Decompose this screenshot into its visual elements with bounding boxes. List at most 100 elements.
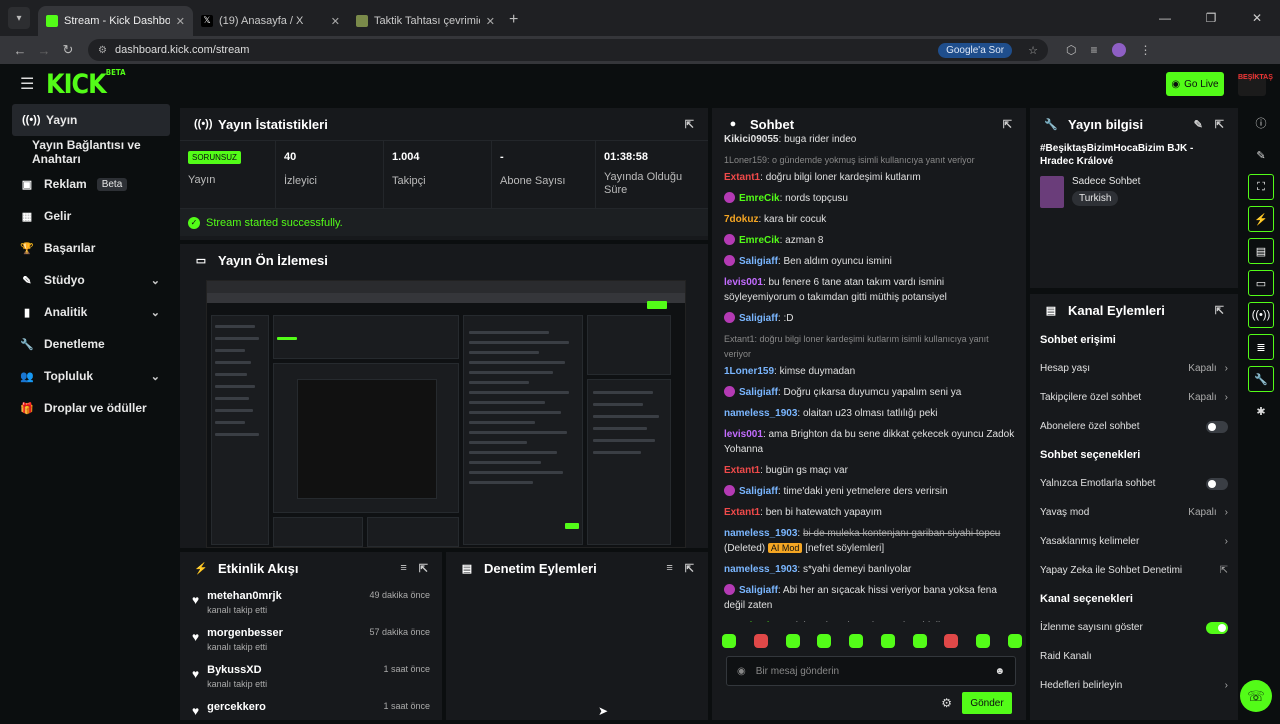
chat-message[interactable]: Extant1: bugün gs maçı var bbox=[724, 463, 1018, 478]
chat-username[interactable]: Kikici09055 bbox=[724, 134, 779, 145]
chat-username[interactable]: Saligiaff bbox=[739, 256, 778, 267]
chat-username[interactable]: nameless_1903 bbox=[724, 528, 797, 539]
close-tab-icon[interactable]: ✕ bbox=[176, 15, 185, 28]
sidebar-item-basarilar[interactable]: 🏆 Başarılar bbox=[0, 232, 176, 264]
sidebar-item-yayin[interactable]: ((•)) Yayın bbox=[12, 104, 170, 136]
chat-username[interactable]: Extant1 bbox=[724, 507, 760, 518]
feed-username[interactable]: gercekkero bbox=[207, 701, 266, 713]
toggle-switch[interactable] bbox=[1206, 477, 1228, 490]
chat-username[interactable]: Saligiaff bbox=[739, 486, 778, 497]
emoji-icon[interactable]: ☻ bbox=[994, 666, 1005, 677]
emote-icon[interactable] bbox=[976, 634, 991, 648]
toggle-switch[interactable] bbox=[1206, 420, 1228, 433]
emote-icon[interactable] bbox=[817, 634, 832, 648]
chat-message[interactable]: Saligiaff: Doğru çıkarsa duyumcu yapalım… bbox=[724, 385, 1018, 400]
emote-icon[interactable] bbox=[880, 634, 895, 648]
chat-username[interactable]: EmreCik bbox=[739, 193, 780, 204]
kick-logo[interactable]: KICKBETA bbox=[46, 69, 126, 100]
chat-message[interactable]: onurdemir17: olaitan dışında topla ortad… bbox=[724, 619, 1018, 622]
hamburger-menu-icon[interactable]: ☰ bbox=[20, 74, 34, 94]
emote-icon[interactable] bbox=[912, 634, 927, 648]
toggle-switch[interactable] bbox=[1206, 621, 1228, 634]
chat-username[interactable]: 7dokuz bbox=[724, 214, 758, 225]
go-live-button[interactable]: ◉ Go Live bbox=[1166, 72, 1224, 96]
chat-message[interactable]: Saligiaff: time'daki yeni yetmelere ders… bbox=[724, 484, 1018, 499]
sidebar-item-topluluk[interactable]: 👥 Topluluk ⌄ bbox=[0, 360, 176, 392]
setting-row[interactable]: Takipçilere özel sohbet Kapalı › bbox=[1030, 383, 1238, 412]
forward-icon[interactable]: → bbox=[32, 43, 56, 58]
popout-icon[interactable]: ⇱ bbox=[685, 118, 694, 131]
url-field[interactable]: ⚙ dashboard.kick.com/stream Google'a Sor… bbox=[88, 39, 1048, 61]
chat-username[interactable]: Saligiaff bbox=[739, 387, 778, 398]
feed-username[interactable]: metehan0mrjk bbox=[207, 590, 282, 602]
broadcast-icon[interactable]: ((•)) bbox=[1248, 302, 1274, 328]
chat-message[interactable]: levis001: bu fenere 6 tane atan takım va… bbox=[724, 275, 1018, 305]
chat-message[interactable]: Saligiaff: :D bbox=[724, 311, 1018, 326]
popout-icon[interactable]: ⇱ bbox=[1003, 118, 1012, 131]
close-window-icon[interactable]: ✕ bbox=[1234, 11, 1280, 25]
setting-row[interactable]: Hedefleri belirleyin › bbox=[1030, 671, 1238, 700]
chat-username[interactable]: nameless_1903 bbox=[724, 408, 797, 419]
sidebar-item-studyo[interactable]: ✎ Stüdyo ⌄ bbox=[0, 264, 176, 296]
setting-row[interactable]: Raid Kanalı bbox=[1030, 642, 1238, 671]
setting-row[interactable]: Yapay Zeka ile Sohbet Denetimi ⇱ bbox=[1030, 556, 1238, 585]
popout-icon[interactable]: ⇱ bbox=[685, 562, 694, 575]
sidebar-item-analitik[interactable]: ▮ Analitik ⌄ bbox=[0, 296, 176, 328]
setting-row[interactable]: Yasaklanmış kelimeler › bbox=[1030, 527, 1238, 556]
pencil-icon[interactable]: ✎ bbox=[1248, 142, 1274, 168]
chat-username[interactable]: Saligiaff bbox=[739, 585, 778, 596]
media-icon[interactable]: ≡ bbox=[1090, 43, 1097, 57]
close-tab-icon[interactable]: ✕ bbox=[331, 15, 340, 28]
new-tab-icon[interactable]: + bbox=[509, 11, 518, 29]
emote-icon[interactable] bbox=[753, 634, 768, 648]
chat-message[interactable]: Extant1: doğru bilgi loner kardeşimi kut… bbox=[724, 332, 1018, 379]
tab-taktik[interactable]: Taktik Tahtası çevrimiçi – Futbol ✕ bbox=[348, 6, 503, 36]
help-headset-icon[interactable]: ☏ bbox=[1240, 680, 1272, 712]
chat-settings-gear-icon[interactable]: ⚙ bbox=[941, 696, 952, 710]
profile-avatar[interactable] bbox=[1111, 43, 1126, 57]
chat-message[interactable]: levis001: ama Brighton da bu sene dikkat… bbox=[724, 427, 1018, 457]
chat-message[interactable]: 7dokuz: kara bir cocuk bbox=[724, 212, 1018, 227]
user-avatar[interactable]: BEŞİKTAŞ bbox=[1238, 74, 1273, 96]
maximize-icon[interactable]: ❐ bbox=[1188, 11, 1234, 25]
chat-username[interactable]: EmreCik bbox=[739, 235, 780, 246]
google-ask-button[interactable]: Google'a Sor bbox=[938, 42, 1013, 58]
frame-icon[interactable]: ⛶ bbox=[1248, 174, 1274, 200]
chat-message[interactable]: nameless_1903: olaitan u23 olması tatlıl… bbox=[724, 406, 1018, 421]
chat-username[interactable]: Saligiaff bbox=[739, 313, 778, 324]
chat-icon[interactable]: ▭ bbox=[1248, 270, 1274, 296]
stream-preview-video[interactable] bbox=[206, 280, 686, 548]
sidebar-item-denetleme[interactable]: 🔧 Denetleme bbox=[0, 328, 176, 360]
emote-icon[interactable] bbox=[785, 634, 800, 648]
reload-icon[interactable]: ↻ bbox=[56, 42, 80, 58]
chat-username[interactable]: nameless_1903 bbox=[724, 564, 797, 575]
wrench-icon[interactable]: 🔧 bbox=[1248, 366, 1274, 392]
feed-username[interactable]: morgenbesser bbox=[207, 627, 283, 639]
tab-search-icon[interactable]: ▾ bbox=[8, 7, 30, 29]
document-icon[interactable]: ▤ bbox=[1248, 238, 1274, 264]
chat-username[interactable]: 1Loner159 bbox=[724, 366, 774, 377]
chat-message[interactable]: nameless_1903: bi de muleka kontenjanı g… bbox=[724, 526, 1018, 556]
site-info-icon[interactable]: ⚙ bbox=[98, 45, 107, 56]
chat-username[interactable]: levis001 bbox=[724, 277, 763, 288]
extensions-icon[interactable]: ⬡ bbox=[1066, 43, 1076, 57]
chat-username[interactable]: Extant1 bbox=[724, 172, 760, 183]
chat-message[interactable]: Extant1: ben bi hatewatch yapayım bbox=[724, 505, 1018, 520]
sidebar-item-stream-key[interactable]: Yayın Bağlantısı ve Anahtarı bbox=[0, 136, 176, 168]
sidebar-item-gelir[interactable]: ▦ Gelir bbox=[0, 200, 176, 232]
setting-row[interactable]: Yalnızca Emotlarla sohbet bbox=[1030, 469, 1238, 498]
emote-icon[interactable] bbox=[944, 634, 959, 648]
close-tab-icon[interactable]: ✕ bbox=[486, 15, 495, 28]
chat-username[interactable]: levis001 bbox=[724, 429, 763, 440]
setting-row[interactable]: Yavaş mod Kapalı › bbox=[1030, 498, 1238, 527]
chat-messages[interactable]: Kikici09055: buga rider indeo 1Loner159: … bbox=[712, 132, 1030, 622]
shapes-icon[interactable]: ✱ bbox=[1248, 398, 1274, 424]
feed-username[interactable]: BykussXD bbox=[207, 664, 267, 676]
filter-icon[interactable]: ≡ bbox=[666, 562, 672, 575]
sidebar-item-droplar[interactable]: 🎁 Droplar ve ödüller bbox=[0, 392, 176, 424]
emote-icon[interactable] bbox=[722, 634, 736, 648]
more-menu-icon[interactable]: ⋮ bbox=[1140, 43, 1152, 57]
lightning-icon[interactable]: ⚡ bbox=[1248, 206, 1274, 232]
chat-message[interactable]: Saligiaff: Abi her an sıçacak hissi veri… bbox=[724, 583, 1018, 613]
chat-message[interactable]: 1Loner159: o gündemde yokmuş isimli kull… bbox=[724, 153, 1018, 185]
